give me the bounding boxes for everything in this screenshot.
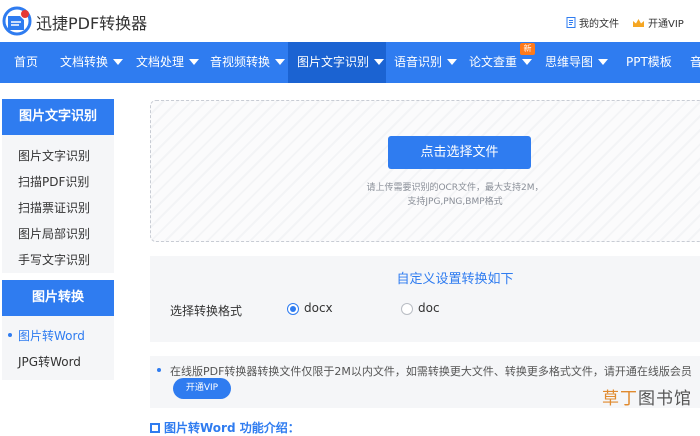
- active-dot-icon: [8, 333, 12, 337]
- select-file-button[interactable]: 点击选择文件: [388, 136, 531, 169]
- caret-down-icon: [275, 59, 286, 65]
- nav-audio-label: 音: [690, 55, 700, 69]
- format-label: 选择转换格式: [170, 304, 243, 318]
- nav-speech-label: 语音识别: [394, 55, 443, 69]
- sidebar-item-image-ocr[interactable]: 图片文字识别: [18, 147, 90, 164]
- nav-ppt-template-label: PPT模板: [626, 55, 672, 69]
- nav-doc-convert[interactable]: 文档转换: [60, 42, 124, 83]
- caret-down-icon: [598, 59, 609, 65]
- upload-dropzone[interactable]: [150, 100, 700, 242]
- radio-docx[interactable]: [287, 303, 299, 315]
- nav-image-ocr[interactable]: 图片文字识别: [288, 42, 386, 83]
- nav-image-ocr-label: 图片文字识别: [297, 55, 370, 69]
- sidebar-group-image: [2, 316, 114, 380]
- file-icon: [566, 17, 576, 28]
- section-icon: [150, 423, 160, 433]
- sidebar-item-partial-ocr[interactable]: 图片局部识别: [18, 225, 90, 242]
- radio-doc-label[interactable]: doc: [418, 301, 440, 315]
- feature-intro-heading-text: 图片转Word 功能介绍：: [164, 421, 300, 435]
- nav-av-convert[interactable]: 音视频转换: [210, 42, 286, 83]
- my-files-link[interactable]: 我的文件: [566, 15, 619, 30]
- caret-down-icon: [522, 59, 533, 65]
- open-vip-link[interactable]: 开通VIP: [632, 15, 684, 30]
- feature-intro-heading: 图片转Word 功能介绍：: [150, 419, 300, 436]
- nav-doc-process-label: 文档处理: [136, 55, 185, 69]
- watermark-part1: 草丁: [602, 389, 638, 409]
- my-files-label: 我的文件: [579, 19, 619, 30]
- caret-down-icon: [447, 59, 458, 65]
- upload-hint-line2: 支持JPG,PNG,BMP格式: [407, 197, 503, 207]
- watermark-part2: 图书馆: [638, 389, 692, 409]
- nav-plagiarism-label: 论文查重: [469, 55, 518, 69]
- nav-ppt-template[interactable]: PPT模板: [626, 42, 672, 83]
- caret-down-icon: [374, 59, 385, 65]
- nav-av-convert-label: 音视频转换: [210, 55, 271, 69]
- open-vip-button[interactable]: 开通VIP: [173, 378, 231, 399]
- caret-down-icon: [113, 59, 124, 65]
- sidebar-item-scan-pdf[interactable]: 扫描PDF识别: [18, 173, 89, 190]
- new-badge: 新: [520, 43, 535, 55]
- radio-doc[interactable]: [401, 303, 413, 315]
- upload-hint-line1: 请上传需要识别的OCR文件，最大支持2M，: [366, 183, 544, 193]
- app-logo-icon[interactable]: [2, 6, 32, 36]
- nav-audio[interactable]: 音: [690, 42, 700, 83]
- open-vip-label: 开通VIP: [648, 19, 684, 30]
- caret-down-icon: [189, 59, 200, 65]
- notice-text: 在线版PDF转换器转换文件仅限于2M以内文件，如需转换更大文件、转换更多格式文件…: [170, 365, 692, 378]
- sidebar-item-scan-ticket[interactable]: 扫描票证识别: [18, 199, 90, 216]
- nav-home-label: 首页: [14, 55, 39, 69]
- settings-title: 自定义设置转换如下: [396, 272, 514, 287]
- sidebar-item-jpg-to-word[interactable]: JPG转Word: [18, 353, 81, 370]
- sidebar-item-handwriting[interactable]: 手写文字识别: [18, 251, 90, 268]
- nav-doc-process[interactable]: 文档处理: [136, 42, 200, 83]
- radio-docx-label[interactable]: docx: [304, 301, 333, 315]
- nav-home[interactable]: 首页: [14, 42, 38, 83]
- nav-mindmap[interactable]: 思维导图: [545, 42, 609, 83]
- sidebar-group-image-title: 图片转换: [2, 280, 114, 316]
- nav-mindmap-label: 思维导图: [545, 55, 594, 69]
- sidebar-item-image-to-word[interactable]: 图片转Word: [18, 327, 85, 344]
- app-title[interactable]: 迅捷PDF转换器: [36, 10, 147, 34]
- nav-doc-convert-label: 文档转换: [60, 55, 109, 69]
- notice-bullet-icon: [157, 368, 161, 372]
- sidebar-group-ocr-title: 图片文字识别: [2, 99, 114, 135]
- watermark: 草丁图书馆: [602, 384, 692, 409]
- main-nav: 首页 文档转换 文档处理 音视频转换 图片文字识别 语音识别 论文查重 思维导图…: [0, 42, 700, 83]
- top-bar: 迅捷PDF转换器 我的文件 开通VIP: [0, 0, 700, 42]
- crown-icon: [633, 18, 644, 27]
- nav-speech[interactable]: 语音识别: [394, 42, 458, 83]
